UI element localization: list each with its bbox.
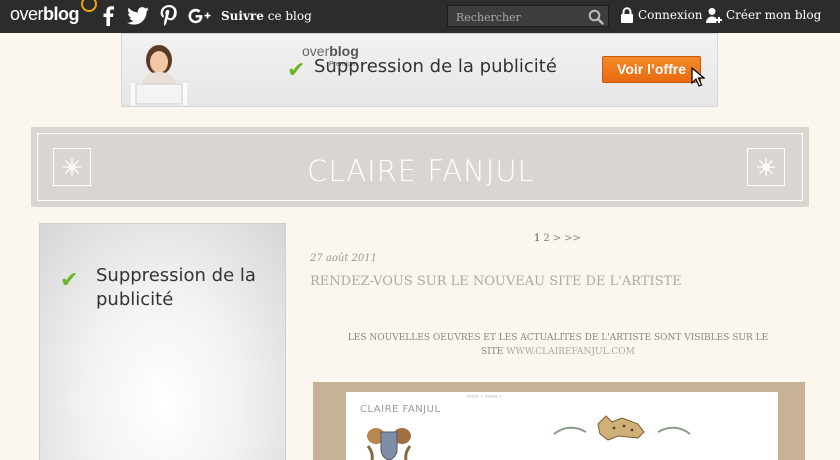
last-page-link[interactable]: >> — [564, 233, 581, 244]
follow-label-rest: ce blog — [267, 9, 312, 23]
logo-text-bold: blog — [43, 4, 80, 24]
facebook-icon[interactable] — [96, 4, 120, 28]
site-link[interactable]: WWW.CLAIREFANJUL.COM — [506, 347, 635, 357]
post-body-line: LES NOUVELLES OEUVRES ET LES ACTUALITES … — [347, 333, 769, 343]
sidebar-ad-text: Suppression de la publicité — [96, 265, 256, 310]
screenshot-site-title: CLAIRE FANJUL — [360, 404, 441, 415]
search-input[interactable] — [448, 7, 586, 28]
lock-icon — [621, 7, 633, 23]
ad-text: Suppression de la publicité — [314, 56, 557, 77]
add-user-icon — [706, 8, 722, 23]
google-plus-icon[interactable] — [187, 4, 213, 28]
post-title[interactable]: RENDEZ-VOUS SUR LE NOUVEAU SITE DE L'ART… — [310, 274, 682, 289]
sidebar-ad[interactable]: ✔ Suppression de la publicité — [39, 223, 286, 460]
overblog-logo[interactable]: over blog — [10, 0, 98, 30]
post-body: LES NOUVELLES OEUVRES ET LES ACTUALITES … — [345, 331, 771, 359]
post-image[interactable]: CLAIRE FANJUL intro • news • — [313, 382, 805, 460]
woman-laptop-photo — [130, 45, 188, 106]
blog-title[interactable]: CLAIRE FANJUL — [38, 154, 804, 188]
login-link[interactable]: Connexion — [620, 7, 703, 23]
search-box — [447, 5, 609, 28]
page-link-2[interactable]: 2 — [543, 233, 549, 244]
search-icon[interactable] — [588, 9, 604, 25]
header-frame: CLAIRE FANJUL — [37, 133, 803, 201]
pagination: 1 2 > >> — [534, 233, 584, 244]
create-blog-label: Créer mon blog — [726, 8, 822, 22]
page-current: 1 — [534, 233, 541, 244]
login-label: Connexion — [638, 8, 703, 22]
logo-swirl-icon — [81, 0, 98, 12]
logo-text: over — [10, 4, 44, 24]
twitter-icon[interactable] — [126, 4, 150, 28]
create-blog-link[interactable]: Créer mon blog — [706, 7, 821, 23]
screenshot-nav: intro • news • — [467, 394, 503, 400]
follow-label: Suivre — [221, 9, 264, 23]
see-offer-button[interactable]: Voir l’offre — [602, 56, 701, 83]
checkmark-icon: ✔ — [60, 268, 79, 293]
premium-ad-banner[interactable]: overblog Premium ✔ Suppression de la pub… — [121, 33, 718, 107]
blog-header: CLAIRE FANJUL — [31, 127, 809, 207]
post-body-line-2: SITE WWW.CLAIREFANJUL.COM — [345, 345, 771, 359]
post-date: 27 août 2011 — [310, 253, 377, 264]
post-body-site: SITE — [481, 347, 504, 357]
follow-blog-link[interactable]: Suivre ce blog — [221, 9, 312, 23]
heraldic-crest-icon — [366, 428, 412, 460]
website-screenshot: CLAIRE FANJUL intro • news • — [346, 392, 778, 460]
pinterest-icon[interactable] — [157, 4, 181, 28]
next-page-link[interactable]: > — [553, 233, 561, 244]
top-navigation-bar: overblog Suivre ce blog Connexion Créer … — [0, 0, 840, 33]
leopard-ornament-icon — [553, 415, 691, 441]
ornament-icon — [747, 148, 785, 186]
cursor-icon — [691, 67, 705, 87]
checkmark-icon: ✔ — [287, 58, 306, 83]
